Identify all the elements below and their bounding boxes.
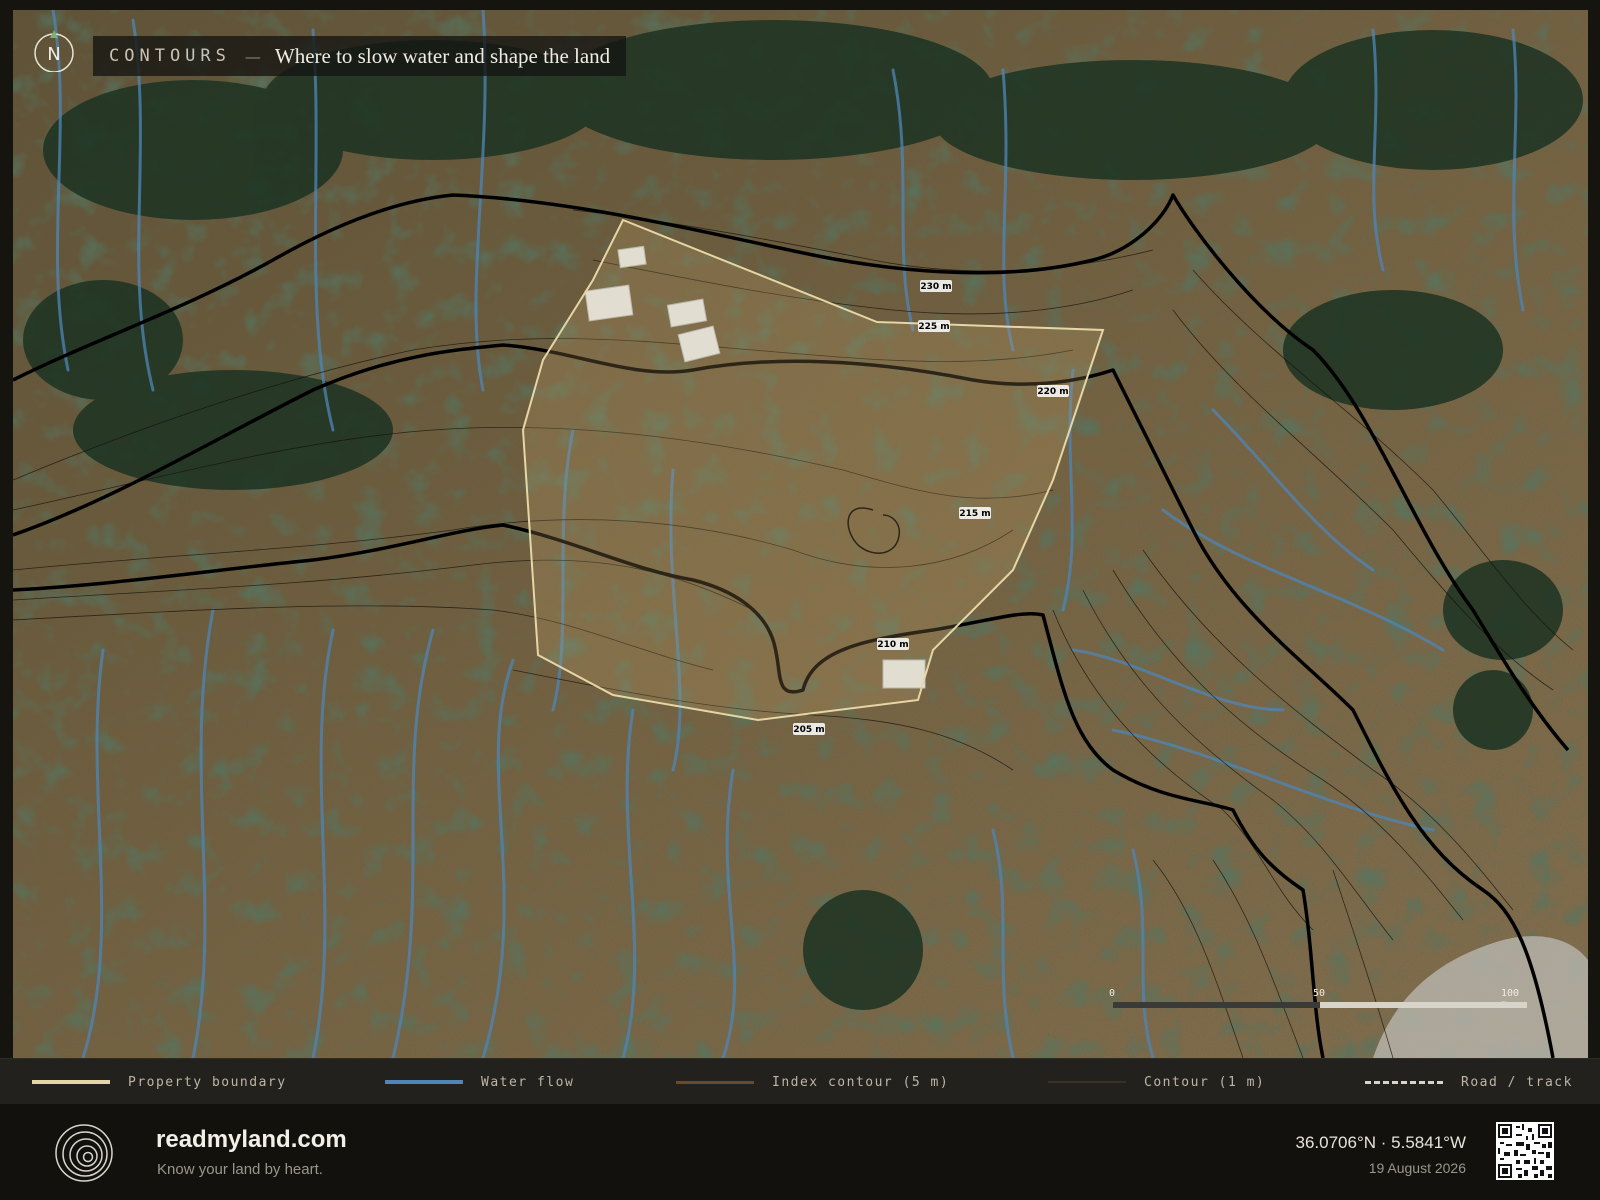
legend-item-property-boundary: Property boundary (32, 1059, 287, 1105)
map-date: 19 August 2026 (1368, 1160, 1466, 1176)
qr-code-icon[interactable] (1496, 1122, 1554, 1180)
scale-bar-light (1320, 1002, 1527, 1008)
legend-label-water-flow: Water flow (481, 1074, 575, 1090)
map-canvas[interactable]: 230 m 225 m 220 m 215 m 210 m 205 m N CO… (13, 10, 1588, 1058)
map-svg: 230 m 225 m 220 m 215 m 210 m 205 m (13, 10, 1588, 1058)
legend-item-road-track: Road / track (1365, 1059, 1573, 1105)
legend-swatch-road-track (1365, 1080, 1443, 1084)
brand-logo-icon (54, 1123, 114, 1183)
north-label: N (47, 44, 60, 65)
contour-label-220: 220 m (1037, 387, 1068, 397)
contour-label-215: 215 m (959, 509, 990, 519)
legend-swatch-index-contour (676, 1080, 754, 1084)
title-separator: — (244, 46, 261, 66)
legend-item-contour: Contour (1 m) (1048, 1059, 1265, 1105)
legend-label-property-boundary: Property boundary (128, 1074, 287, 1090)
title-text: Where to slow water and shape the land (274, 43, 611, 68)
scale-label-0: 0 (1109, 988, 1116, 999)
legend-item-index-contour: Index contour (5 m) (676, 1059, 949, 1105)
scale-bar-dark (1113, 1002, 1320, 1008)
brand-name[interactable]: readmyland.com (156, 1126, 347, 1154)
contour-label-210: 210 m (877, 640, 908, 650)
legend-label-index-contour: Index contour (5 m) (772, 1074, 950, 1090)
brand-tagline: Know your land by heart. (157, 1161, 323, 1178)
map-legend: Property boundary Water flow Index conto… (0, 1058, 1600, 1106)
north-arrow: N (33, 30, 75, 72)
contour-label-225: 225 m (918, 322, 949, 332)
scale-bar: 0 50 100 m (1109, 988, 1527, 1028)
legend-swatch-property-boundary (32, 1080, 110, 1084)
scale-label-50: 50 (1313, 988, 1326, 999)
map-title: CONTOURS — Where to slow water and shape… (93, 36, 627, 76)
contour-label-205: 205 m (793, 725, 824, 735)
north-arrow-icon: N (34, 30, 74, 72)
legend-swatch-contour (1048, 1081, 1126, 1083)
legend-label-contour: Contour (1 m) (1144, 1074, 1266, 1090)
contour-label-230: 230 m (920, 282, 951, 292)
legend-label-road-track: Road / track (1461, 1074, 1573, 1090)
legend-swatch-water-flow (385, 1080, 463, 1084)
legend-item-water-flow: Water flow (385, 1059, 574, 1105)
title-kicker: CONTOURS (109, 46, 231, 66)
coordinates: 36.0706°N · 5.5841°W (1295, 1133, 1466, 1152)
footer: readmyland.com Know your land by heart. … (0, 1104, 1600, 1200)
